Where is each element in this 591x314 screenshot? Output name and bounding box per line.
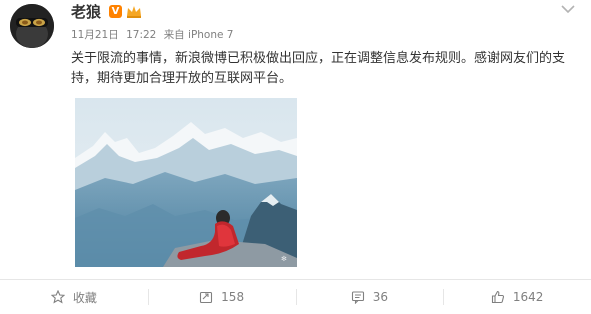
post-source: 来自 iPhone 7 <box>163 29 234 41</box>
weibo-post: 老狼 V 11月21日 17:22 来自 iPhone 7 关于限流的事情，新浪… <box>0 0 591 313</box>
comment-button[interactable]: 36 <box>295 280 444 314</box>
verified-badge: V <box>109 5 122 18</box>
post-date[interactable]: 11月21日 <box>71 29 119 41</box>
repost-button[interactable]: 158 <box>147 280 296 314</box>
comment-icon <box>351 291 364 304</box>
repost-icon <box>200 291 213 304</box>
action-bar: 收藏 158 36 1642 <box>0 279 591 314</box>
mountain-photo: ✻ <box>75 98 297 267</box>
vip-crown-icon <box>127 6 141 18</box>
like-button[interactable]: 1642 <box>443 280 591 314</box>
avatar-image <box>10 4 54 48</box>
like-count: 1642 <box>512 290 544 304</box>
favorite-label: 收藏 <box>72 290 97 305</box>
thumbs-up-icon <box>491 290 504 304</box>
chevron-down-icon[interactable] <box>561 4 575 14</box>
comment-count: 36 <box>372 290 389 304</box>
username[interactable]: 老狼 <box>71 2 101 22</box>
post-image[interactable]: ✻ <box>75 98 297 267</box>
avatar[interactable] <box>10 4 54 48</box>
repost-count: 158 <box>221 290 245 304</box>
post-text: 关于限流的事情，新浪微博已积极做出回应，正在调整信息发布规则。感谢网友们的支持，… <box>71 51 566 86</box>
post-meta: 11月21日 17:22 来自 iPhone 7 <box>71 28 238 42</box>
svg-text:✻: ✻ <box>281 255 287 263</box>
post-time[interactable]: 17:22 <box>126 29 156 41</box>
favorite-button[interactable]: 收藏 <box>0 280 148 314</box>
star-icon <box>50 290 65 304</box>
